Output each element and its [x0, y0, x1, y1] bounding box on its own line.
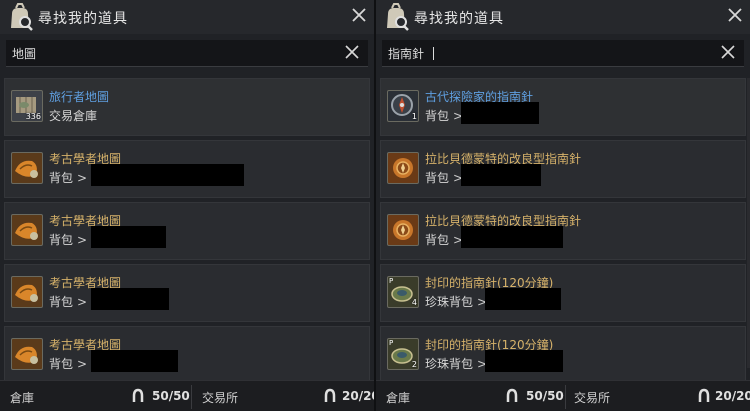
- list-item[interactable]: P 4 封印的指南針(120分鐘) 珍珠背包 >: [380, 264, 746, 322]
- chevron-right-icon: >: [77, 357, 88, 371]
- sealed-compass-icon: P 4: [387, 276, 419, 308]
- horseshoe-icon: [698, 388, 710, 402]
- panel-header: 尋找我的道具: [0, 0, 374, 34]
- pearl-tag-icon: P: [389, 277, 394, 285]
- item-location[interactable]: 背包 >: [49, 169, 87, 186]
- list-item[interactable]: 考古學者地圖 背包 >: [4, 202, 370, 260]
- find-item-panel-left: 尋找我的道具 336 旅行者地圖 交易倉庫 考古學者地圖 背包>: [0, 0, 374, 411]
- close-icon[interactable]: [350, 6, 368, 24]
- list-item[interactable]: 拉比貝德蒙特的改良型指南針 背包 >: [380, 202, 746, 260]
- panel-title: 尋找我的道具: [38, 11, 128, 27]
- redacted-block: [91, 350, 178, 372]
- redacted-block: [461, 164, 541, 186]
- item-location[interactable]: 珍珠背包 >: [425, 293, 487, 310]
- item-quantity: 2: [411, 360, 417, 369]
- search-input[interactable]: [382, 40, 704, 66]
- item-location-label: 背包: [425, 171, 450, 185]
- item-location-label: 背包: [425, 109, 450, 123]
- redacted-block: [485, 288, 561, 310]
- compass-icon: 1: [387, 90, 419, 122]
- sealed-compass-icon: P 2: [387, 338, 419, 370]
- list-item[interactable]: 考古學者地圖 背包 >: [4, 264, 370, 322]
- chevron-right-icon: >: [77, 233, 88, 247]
- item-location[interactable]: 交易倉庫: [49, 107, 97, 124]
- horseshoe-icon: [506, 388, 518, 402]
- storage-footer: 倉庫 50/50 交易所 20/20: [0, 380, 374, 411]
- item-location[interactable]: 背包 >: [425, 169, 463, 186]
- result-list: 1 古代探險家的指南針 背包 > 拉比貝德蒙特的改良型指南針 背包 > 拉比貝德蒙特…: [380, 78, 746, 388]
- redacted-block: [485, 350, 563, 372]
- item-location-label: 交易倉庫: [49, 109, 98, 123]
- close-icon[interactable]: [726, 6, 744, 24]
- horseshoe-icon: [324, 388, 336, 402]
- exchange-count: 20/20: [715, 389, 750, 403]
- item-location-label: 背包: [425, 233, 450, 247]
- redacted-block: [461, 226, 563, 248]
- item-location-label: 背包: [49, 171, 74, 185]
- item-location[interactable]: 背包 >: [49, 293, 87, 310]
- warehouse-label: 倉庫: [386, 391, 411, 405]
- item-location[interactable]: 珍珠背包 >: [425, 355, 487, 372]
- footer-divider: [191, 385, 192, 409]
- scroll-icon: [11, 338, 43, 370]
- redacted-block: [91, 164, 244, 186]
- clear-search-icon[interactable]: [720, 44, 736, 60]
- panel-header: 尋找我的道具: [376, 0, 750, 34]
- redacted-block: [91, 288, 169, 310]
- list-item[interactable]: 考古學者地圖 背包 >: [4, 326, 370, 384]
- bag-search-icon: [11, 3, 33, 31]
- item-name: 旅行者地圖: [49, 90, 110, 104]
- search-bar: [6, 40, 368, 67]
- item-location-label: 背包: [49, 295, 74, 309]
- chevron-right-icon: >: [77, 171, 88, 185]
- warehouse-count: 50/50: [152, 389, 190, 403]
- text-cursor: [433, 47, 434, 60]
- bag-search-icon: [387, 3, 409, 31]
- item-quantity: 4: [411, 298, 417, 307]
- scroll-icon: [11, 214, 43, 246]
- redacted-block: [461, 102, 539, 124]
- list-item[interactable]: 1 古代探險家的指南針 背包 >: [380, 78, 746, 136]
- improved-compass-icon: [387, 214, 419, 246]
- list-item[interactable]: 拉比貝德蒙特的改良型指南針 背包 >: [380, 140, 746, 198]
- redacted-block: [91, 226, 166, 248]
- warehouse-label: 倉庫: [10, 391, 35, 405]
- item-location[interactable]: 背包 >: [49, 231, 87, 248]
- search-bar: [382, 40, 744, 67]
- storage-footer: 倉庫 50/50 交易所 20/20: [376, 380, 750, 411]
- list-item[interactable]: 考古學者地圖 背包 >: [4, 140, 370, 198]
- list-item[interactable]: P 2 封印的指南針(120分鐘) 珍珠背包 >: [380, 326, 746, 384]
- item-location-label: 珍珠背包: [425, 295, 474, 309]
- horseshoe-icon: [132, 388, 144, 402]
- map-icon: 336: [11, 90, 43, 122]
- clear-search-icon[interactable]: [344, 44, 360, 60]
- pearl-tag-icon: P: [389, 339, 394, 347]
- item-location[interactable]: 背包 >: [49, 355, 87, 372]
- list-item[interactable]: 336 旅行者地圖 交易倉庫: [4, 78, 370, 136]
- item-quantity: 336: [25, 112, 41, 121]
- item-location-label: 背包: [49, 233, 74, 247]
- footer-divider: [565, 385, 566, 409]
- search-input[interactable]: [6, 40, 328, 66]
- scroll-icon: [11, 152, 43, 184]
- improved-compass-icon: [387, 152, 419, 184]
- warehouse-count: 50/50: [526, 389, 564, 403]
- item-location[interactable]: 背包 >: [425, 107, 463, 124]
- exchange-count: 20/20: [342, 389, 374, 403]
- result-list: 336 旅行者地圖 交易倉庫 考古學者地圖 背包 > 考古學者地圖 背包 > 考…: [4, 78, 370, 388]
- scroll-icon: [11, 276, 43, 308]
- exchange-label: 交易所: [574, 391, 611, 405]
- item-location-label: 珍珠背包: [425, 357, 474, 371]
- find-item-panel-right: 尋找我的道具 1 古代探險家的指南針 背包> 拉比貝德蒙特的改良型指南針 背包>: [376, 0, 750, 411]
- item-quantity: 1: [411, 112, 417, 121]
- exchange-label: 交易所: [202, 391, 239, 405]
- item-location[interactable]: 背包 >: [425, 231, 463, 248]
- chevron-right-icon: >: [77, 295, 88, 309]
- item-location-label: 背包: [49, 357, 74, 371]
- panel-title: 尋找我的道具: [414, 11, 504, 27]
